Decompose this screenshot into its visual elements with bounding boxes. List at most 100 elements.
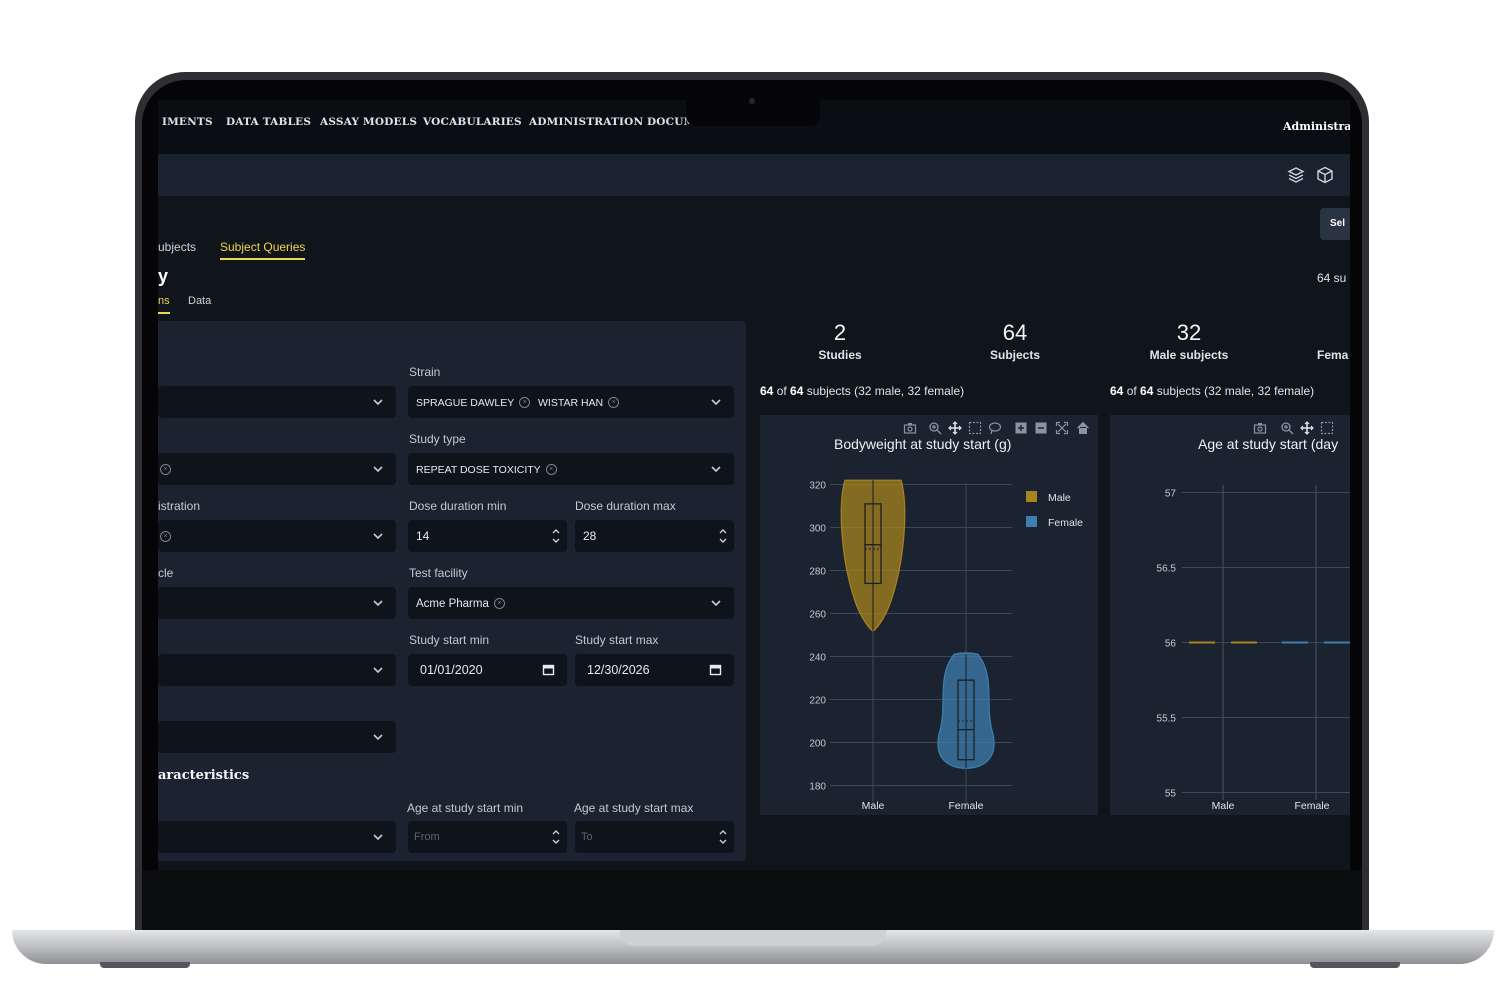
chart-summary: 64 of 64 subjects (32 male, 32 female)	[1110, 384, 1315, 398]
strain-select[interactable]: SPRAGUE DAWLEY × WISTAR HAN ×	[408, 386, 734, 418]
zoom-icon[interactable]	[928, 421, 942, 435]
y-tick-label: 56	[1165, 639, 1177, 650]
chevron-down-icon	[373, 399, 383, 406]
stepper-icon[interactable]	[718, 527, 728, 545]
age-min-input[interactable]: From	[408, 821, 567, 853]
chip-remove-icon[interactable]: ×	[160, 531, 171, 542]
camera-dot	[749, 98, 755, 104]
chart-title: Age at study start (day	[1198, 436, 1339, 452]
species-select[interactable]	[158, 386, 396, 418]
dose-min-label: Dose duration min	[409, 499, 507, 513]
subtab-data[interactable]: Data	[188, 295, 211, 307]
characteristics-heading: aracteristics	[158, 768, 250, 783]
start-min-label: Study start min	[409, 633, 490, 647]
chevron-down-icon	[711, 466, 721, 473]
study-type-chip[interactable]: REPEAT DOSE TOXICITY ×	[416, 461, 557, 478]
y-tick-label: 55.5	[1157, 714, 1177, 725]
cube-icon[interactable]	[1316, 166, 1334, 184]
tab-subjects[interactable]: ubjects	[158, 240, 196, 254]
study-type-label: Study type	[409, 432, 466, 446]
pan-icon[interactable]	[1300, 421, 1314, 435]
chip-remove-icon[interactable]: ×	[545, 464, 557, 475]
select-button[interactable]: Sel	[1320, 208, 1350, 240]
y-tick-label: 280	[809, 567, 826, 578]
tab-subject-queries[interactable]: Subject Queries	[220, 240, 306, 260]
page-title: y	[158, 266, 169, 286]
dose-max-label: Dose duration max	[575, 499, 676, 513]
filter-select[interactable]	[158, 654, 396, 686]
nav-item-assay-models[interactable]: ASSAY MODELS	[320, 116, 417, 128]
zoom-icon[interactable]	[1280, 421, 1294, 435]
stat-studies-label: Studies	[818, 348, 862, 362]
characteristic-select[interactable]	[158, 821, 396, 853]
nav-item-administration[interactable]: ADMINISTRATION	[529, 116, 643, 128]
y-tick-label: 220	[809, 696, 826, 707]
result-count: 64 su	[1317, 271, 1347, 285]
chevron-down-icon	[373, 834, 383, 841]
facility-label: Test facility	[409, 566, 468, 580]
chip-remove-icon[interactable]: ×	[493, 598, 505, 609]
stepper-icon[interactable]	[551, 527, 561, 545]
toolbar	[158, 154, 1350, 196]
chevron-down-icon	[373, 600, 383, 607]
y-tick-label: 55	[1165, 789, 1177, 800]
dose-max-input[interactable]: 28	[575, 520, 734, 552]
nav-item-vocabularies[interactable]: VOCABULARIES	[423, 116, 522, 128]
nav-item-data-tables[interactable]: DATA TABLES	[226, 116, 311, 128]
nav-item-experiments[interactable]: IMENTS	[162, 116, 213, 128]
stat-female-label: Fema	[1317, 348, 1349, 362]
facility-select[interactable]: Acme Pharma ×	[408, 587, 734, 619]
layers-icon[interactable]	[1287, 166, 1305, 184]
sex-select[interactable]: ×	[158, 453, 396, 485]
camera-notch	[686, 100, 820, 126]
chip-remove-icon[interactable]: ×	[160, 464, 171, 475]
facility-chip[interactable]: Acme Pharma ×	[416, 595, 505, 612]
zoom-out-icon[interactable]	[1034, 421, 1048, 435]
camera-icon[interactable]	[1253, 421, 1267, 435]
calendar-icon[interactable]	[709, 663, 722, 676]
legend-label: Male	[1048, 492, 1071, 504]
route-select[interactable]: ×	[158, 520, 396, 552]
vehicle-select[interactable]	[158, 587, 396, 619]
start-max-date[interactable]: 12/30/2026	[575, 654, 734, 686]
age-max-input[interactable]: To	[575, 821, 734, 853]
age-violin-chart: 55 55.5 56 56.5 57 Male Female	[1157, 485, 1350, 812]
lasso-icon[interactable]	[988, 421, 1002, 435]
autoscale-icon[interactable]	[1055, 421, 1069, 435]
y-tick-label: 260	[809, 610, 826, 621]
chevron-down-icon	[373, 667, 383, 674]
strain-chip[interactable]: WISTAR HAN ×	[538, 394, 620, 411]
chip-remove-icon[interactable]: ×	[608, 397, 620, 408]
home-icon[interactable]	[1076, 421, 1090, 435]
box-select-icon[interactable]	[968, 421, 982, 435]
vehicle-label: cle	[158, 566, 174, 580]
zoom-in-icon[interactable]	[1014, 421, 1028, 435]
dose-min-input[interactable]: 14	[408, 520, 567, 552]
x-tick-label: Male	[862, 800, 885, 812]
pan-icon[interactable]	[948, 421, 962, 435]
start-min-date[interactable]: 01/01/2020	[408, 654, 567, 686]
box-select-icon[interactable]	[1320, 421, 1334, 435]
subtab-conditions[interactable]: ns	[158, 295, 170, 314]
study-type-select[interactable]: REPEAT DOSE TOXICITY ×	[408, 453, 734, 485]
chart-title: Bodyweight at study start (g)	[834, 436, 1012, 452]
camera-icon[interactable]	[903, 421, 917, 435]
bodyweight-chart-card: Bodyweight at study start (g) 180 200 220 2…	[760, 415, 1098, 815]
age-chart-card: Age at study start (day 55 55.5 56 56.5 57 Ma…	[1110, 415, 1350, 815]
filter-select[interactable]	[158, 721, 396, 753]
chevron-down-icon	[373, 734, 383, 741]
y-tick-label: 180	[809, 782, 826, 793]
stepper-icon[interactable]	[718, 828, 728, 846]
legend-label: Female	[1048, 517, 1083, 529]
strain-chip[interactable]: SPRAGUE DAWLEY ×	[416, 394, 531, 411]
laptop-foot-left	[100, 962, 190, 968]
stepper-icon[interactable]	[551, 828, 561, 846]
strain-label: Strain	[409, 365, 441, 379]
app-screen: IMENTS DATA TABLES ASSAY MODELS VOCABULA…	[158, 100, 1350, 870]
calendar-icon[interactable]	[542, 663, 555, 676]
stat-subjects-value: 64	[1002, 320, 1028, 345]
user-menu[interactable]: Administra	[1283, 120, 1350, 133]
laptop-chin	[142, 870, 1362, 930]
x-tick-label: Male	[1212, 800, 1235, 812]
chip-remove-icon[interactable]: ×	[519, 397, 531, 408]
